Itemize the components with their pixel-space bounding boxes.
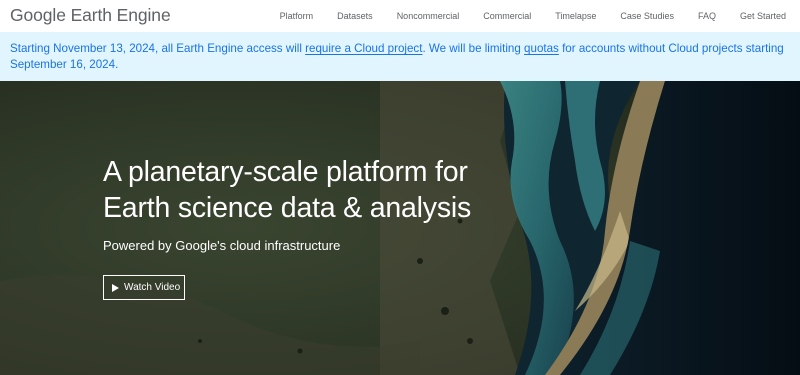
hero-subtitle: Powered by Google's cloud infrastructure [103, 238, 341, 253]
nav-noncommercial[interactable]: Noncommercial [397, 11, 460, 21]
top-nav: Platform Datasets Noncommercial Commerci… [256, 0, 786, 32]
quotas-link[interactable]: quotas [524, 42, 559, 55]
banner-text-1: Starting November 13, 2024, all Earth En… [10, 42, 306, 55]
require-cloud-project-link[interactable]: require a Cloud project [305, 42, 422, 55]
banner-text-2: . We will be limiting [422, 42, 525, 55]
satellite-imagery-background [0, 81, 800, 375]
hero-title: A planetary-scale platform for Earth sci… [103, 156, 472, 224]
site-header: Google Earth Engine Platform Datasets No… [0, 0, 800, 32]
nav-get-started[interactable]: Get Started [740, 11, 786, 21]
nav-timelapse[interactable]: Timelapse [555, 11, 596, 21]
nav-platform[interactable]: Platform [280, 11, 314, 21]
nav-case-studies[interactable]: Case Studies [620, 11, 674, 21]
nav-commercial[interactable]: Commercial [483, 11, 531, 21]
play-icon [112, 283, 119, 292]
watch-video-button[interactable]: Watch Video [103, 275, 185, 300]
nav-faq[interactable]: FAQ [698, 11, 716, 21]
nav-datasets[interactable]: Datasets [337, 11, 373, 21]
watch-video-label: Watch Video [124, 282, 181, 293]
hero-section: A planetary-scale platform for Earth sci… [0, 81, 800, 375]
google-earth-engine-logo[interactable]: Google Earth Engine [10, 5, 171, 26]
announcement-banner: Starting November 13, 2024, all Earth En… [0, 32, 800, 81]
